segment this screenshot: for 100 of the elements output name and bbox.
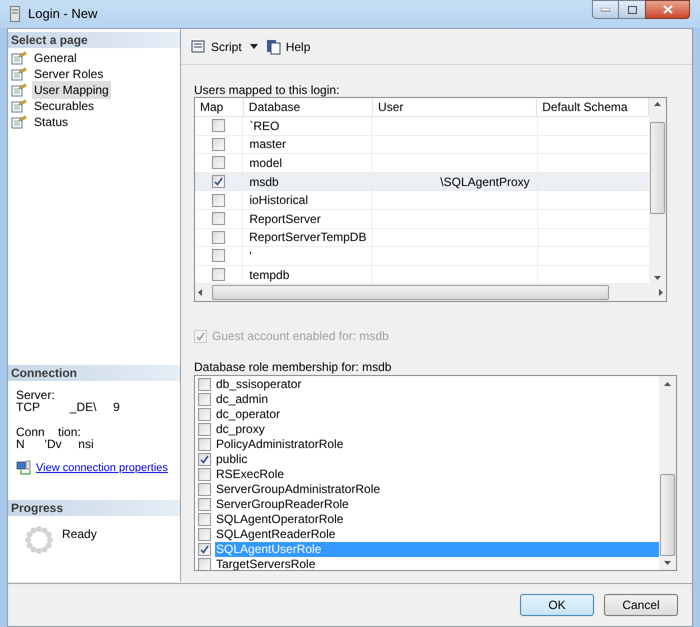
checkmark-icon — [214, 177, 224, 186]
checkmark-icon — [200, 455, 209, 464]
table-row[interactable]: ReportServerTempDB — [195, 228, 649, 248]
scroll-up-icon[interactable] — [664, 382, 671, 386]
section-header: Progress — [8, 500, 180, 516]
table-row[interactable]: ioHistorical — [195, 191, 649, 210]
maximize-icon — [628, 6, 636, 14]
vertical-scrollbar[interactable] — [659, 376, 676, 570]
table-cell-text: ReportServerTempDB — [249, 229, 366, 246]
spinner-icon — [24, 525, 54, 555]
checkbox[interactable] — [198, 423, 211, 436]
checkbox[interactable] — [212, 175, 226, 188]
role-item[interactable]: RSExecRole — [198, 467, 659, 482]
checkbox[interactable] — [212, 156, 226, 170]
maximize-button[interactable] — [619, 0, 645, 19]
checkbox[interactable] — [198, 483, 211, 496]
scroll-down-icon[interactable] — [654, 276, 661, 280]
section-label: Users mapped to this login: — [194, 82, 340, 97]
server-value: TCP _DE\ 9 — [16, 401, 121, 413]
connection-value: N 'Dv nsi — [16, 438, 95, 450]
column-header[interactable]: User — [373, 98, 538, 116]
scroll-thumb[interactable] — [660, 474, 675, 556]
checkbox[interactable] — [198, 453, 211, 466]
checkbox[interactable] — [212, 212, 226, 226]
scroll-thumb[interactable] — [650, 122, 665, 214]
checkbox[interactable] — [198, 393, 211, 406]
section-header: Select a page — [8, 32, 180, 48]
role-item[interactable]: public — [198, 452, 659, 467]
view-connection-properties-link[interactable]: View connection properties — [36, 462, 168, 474]
checkbox[interactable] — [212, 119, 226, 132]
role-item[interactable]: dc_proxy — [198, 422, 659, 437]
role-item[interactable]: SQLAgentReaderRole — [198, 527, 659, 542]
guest-account-label: Guest account enabled for: msdb — [212, 328, 389, 345]
minimize-icon — [601, 8, 610, 12]
role-item[interactable]: ServerGroupReaderRole — [198, 497, 659, 512]
role-item[interactable]: db_ssisoperator — [198, 377, 659, 392]
checkbox[interactable] — [212, 249, 226, 262]
close-button[interactable] — [645, 0, 690, 19]
vertical-scrollbar[interactable] — [649, 98, 666, 284]
minimize-button[interactable] — [592, 0, 619, 19]
table-cell-text: msdb — [249, 174, 279, 191]
scroll-down-icon[interactable] — [664, 561, 671, 565]
table-cell-text: `REO — [249, 118, 280, 135]
role-item[interactable]: dc_admin — [198, 392, 659, 407]
sidebar-item[interactable]: General — [32, 49, 79, 67]
checkbox[interactable] — [212, 230, 226, 244]
table-row[interactable]: master — [195, 136, 649, 154]
scroll-up-icon[interactable] — [654, 102, 661, 106]
table-row[interactable]: `REO — [195, 117, 649, 136]
table-cell-text: ReportServer — [249, 210, 321, 228]
table-row[interactable]: ReportServer — [195, 210, 649, 229]
scroll-right-icon[interactable] — [659, 289, 663, 296]
sidebar-item[interactable]: Securables — [32, 97, 96, 115]
column-header[interactable]: Database — [244, 98, 374, 116]
checkmark-icon — [196, 332, 205, 340]
section-header: Connection — [8, 365, 180, 381]
checkbox[interactable] — [212, 138, 226, 151]
role-item[interactable]: PolicyAdministratorRole — [198, 437, 659, 452]
ok-button[interactable]: OK — [520, 594, 594, 616]
section-label: Database role membership for: msdb — [194, 359, 392, 373]
table-row[interactable]: ' — [195, 247, 649, 266]
checkbox[interactable] — [198, 468, 211, 481]
checkbox[interactable] — [198, 408, 211, 421]
cancel-button[interactable]: Cancel — [604, 594, 678, 616]
checkbox[interactable] — [198, 513, 211, 526]
help-button[interactable]: Help — [266, 38, 310, 56]
role-item[interactable]: ServerGroupAdministratorRole — [198, 482, 659, 497]
table-cell-text: master — [249, 136, 286, 154]
role-item[interactable]: dc_operator — [198, 407, 659, 422]
checkbox[interactable] — [198, 378, 211, 391]
window-icon — [10, 6, 20, 22]
column-header[interactable]: Map — [195, 98, 244, 116]
close-icon — [662, 5, 672, 14]
table-cell-text: model — [249, 154, 282, 172]
table-row[interactable]: msdb \SQLAgentProxy — [195, 172, 649, 192]
scroll-left-icon[interactable] — [198, 289, 202, 296]
table-cell-text: ioHistorical — [249, 192, 308, 210]
dropdown-caret-icon[interactable] — [250, 44, 258, 49]
checkbox[interactable] — [198, 543, 211, 556]
table-cell-text: ' — [249, 248, 252, 265]
checkmark-icon — [200, 545, 209, 554]
server-label: Server: — [16, 389, 56, 401]
checkbox[interactable] — [212, 194, 226, 207]
script-button[interactable]: Script — [189, 38, 242, 56]
checkbox[interactable] — [198, 558, 211, 570]
checkbox[interactable] — [198, 528, 211, 541]
sidebar-item[interactable]: User Mapping — [32, 81, 111, 99]
checkbox[interactable] — [198, 498, 211, 511]
window-title: Login - New — [28, 5, 98, 24]
checkbox[interactable] — [198, 438, 211, 451]
role-item[interactable]: SQLAgentOperatorRole — [198, 512, 659, 527]
connection-label: Conn tion: — [16, 426, 82, 438]
scroll-thumb[interactable] — [212, 285, 609, 300]
help-document-icon — [266, 38, 282, 54]
checkbox[interactable] — [212, 268, 226, 282]
progress-status: Ready — [62, 526, 97, 543]
sidebar-item[interactable]: Status — [32, 113, 70, 131]
table-cell-text: \SQLAgentProxy — [440, 174, 530, 191]
sidebar-item[interactable]: Server Roles — [32, 65, 106, 83]
horizontal-scrollbar[interactable] — [195, 284, 666, 301]
